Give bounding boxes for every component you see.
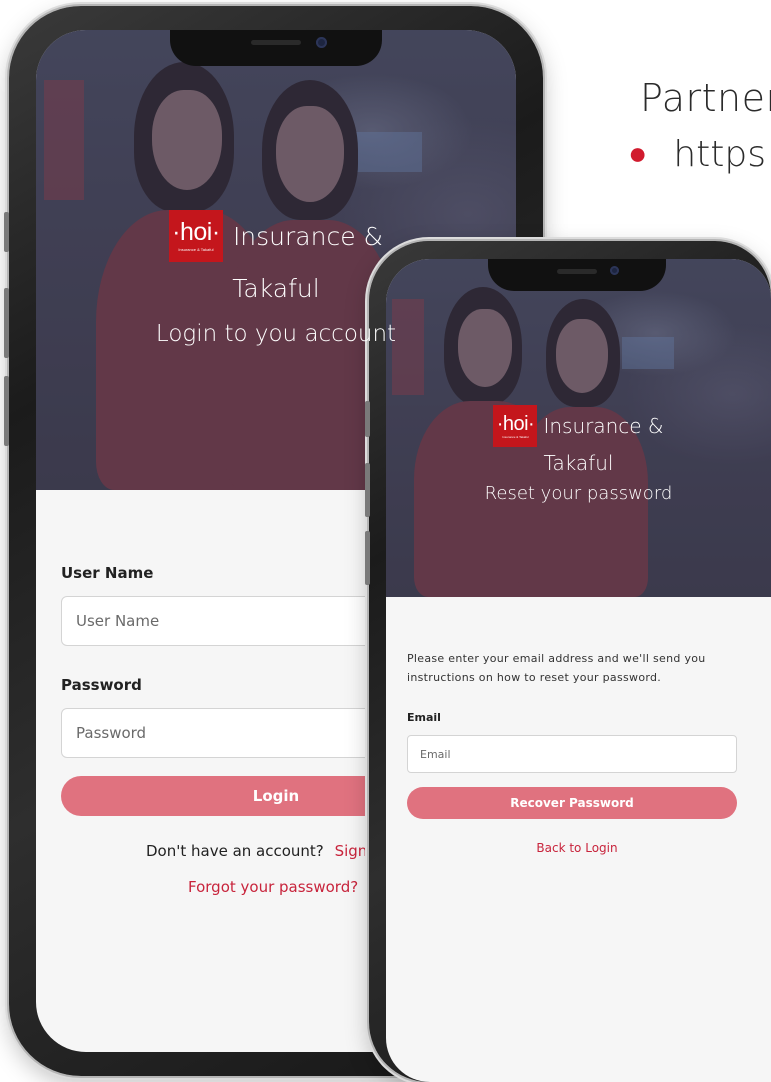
email-label: Email bbox=[407, 711, 441, 724]
reset-subtitle: Reset your password bbox=[484, 483, 673, 504]
reset-phone: ·hoi· Insurance & Takaful Insurance & Ta… bbox=[365, 241, 771, 1082]
side-button bbox=[4, 376, 9, 446]
notch bbox=[170, 30, 382, 66]
brand-name-line2: Takaful bbox=[232, 274, 320, 303]
side-button bbox=[365, 531, 370, 585]
side-button bbox=[4, 212, 9, 252]
password-label: Password bbox=[61, 676, 142, 694]
no-account-text: Don't have an account? bbox=[146, 842, 324, 860]
brand-row: ·hoi· Insurance & Takaful Insurance & bbox=[386, 405, 771, 447]
brand-name-line2: Takaful bbox=[543, 451, 614, 475]
reset-hero-content: ·hoi· Insurance & Takaful Insurance & Ta… bbox=[386, 405, 771, 504]
side-button bbox=[4, 288, 9, 358]
camera-icon bbox=[316, 37, 327, 48]
slide-text: Partners ● https bbox=[628, 76, 771, 175]
recover-password-button[interactable]: Recover Password bbox=[407, 787, 737, 819]
slide-heading: Partners bbox=[640, 76, 771, 120]
reset-screen: ·hoi· Insurance & Takaful Insurance & Ta… bbox=[386, 259, 771, 1082]
login-subtitle: Login to you account bbox=[155, 321, 397, 347]
slide-bullet-text: https bbox=[673, 134, 766, 175]
email-input[interactable] bbox=[407, 735, 737, 773]
forgot-password-link[interactable]: Forgot your password? bbox=[188, 878, 358, 896]
brand-row: ·hoi· Insurance & Takaful Insurance & bbox=[36, 210, 516, 262]
hoi-logo: ·hoi· Insurance & Takaful bbox=[493, 405, 538, 447]
signup-prompt: Don't have an account? Sign up bbox=[146, 842, 391, 860]
side-button bbox=[365, 401, 370, 437]
brand-name-line1: Insurance & bbox=[232, 221, 384, 251]
speaker bbox=[251, 40, 301, 45]
reset-form: Please enter your email address and we'l… bbox=[386, 597, 771, 1082]
username-label: User Name bbox=[61, 564, 154, 582]
notch bbox=[488, 259, 666, 291]
brand-name-line1: Insurance & bbox=[543, 414, 664, 438]
slide-bullet: ● https bbox=[628, 134, 771, 175]
bullet-dot-icon: ● bbox=[628, 134, 648, 172]
login-hero-content: ·hoi· Insurance & Takaful Insurance & Ta… bbox=[36, 210, 516, 347]
side-button bbox=[365, 463, 370, 517]
speaker bbox=[557, 269, 597, 274]
back-to-login-link[interactable]: Back to Login bbox=[386, 841, 768, 855]
reset-instructions: Please enter your email address and we'l… bbox=[407, 652, 706, 684]
camera-icon bbox=[610, 266, 619, 275]
hoi-logo: ·hoi· Insurance & Takaful bbox=[168, 210, 223, 262]
